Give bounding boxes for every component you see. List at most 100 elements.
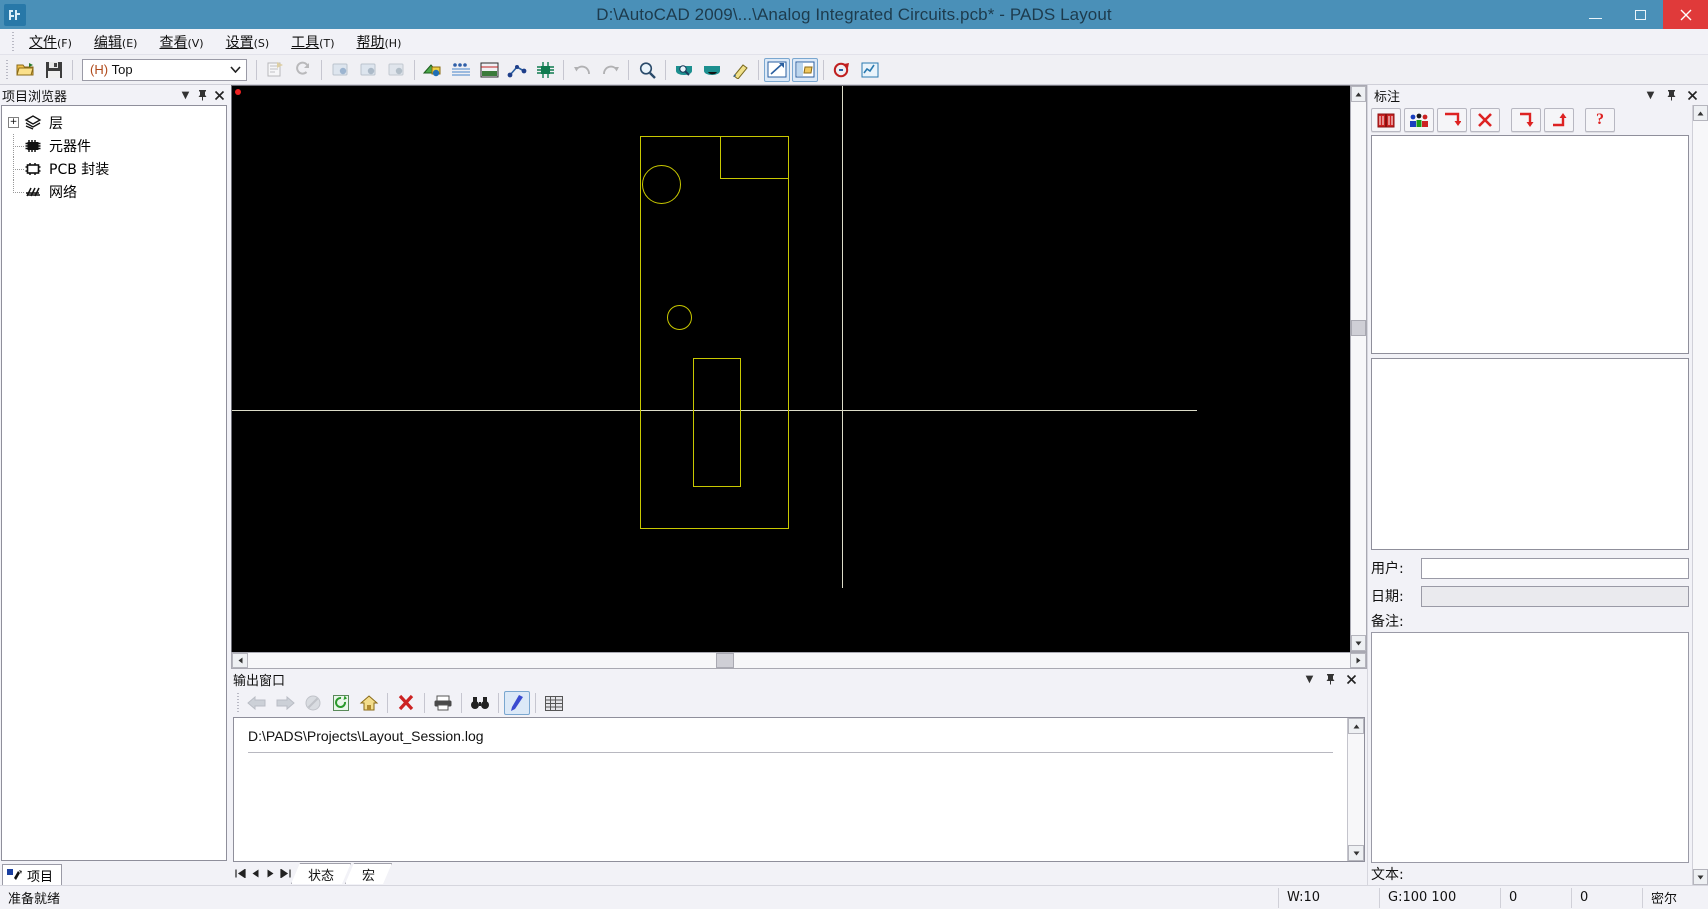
annotation-list-top[interactable] <box>1371 135 1689 354</box>
plane-layers-icon[interactable] <box>448 58 474 82</box>
zoom-in-icon[interactable] <box>671 58 697 82</box>
stop-icon[interactable] <box>300 691 326 715</box>
find-binoculars-icon[interactable] <box>467 691 493 715</box>
report-icon[interactable] <box>857 58 883 82</box>
toolbar-grip[interactable] <box>4 59 10 80</box>
ecostat-icon[interactable] <box>829 58 855 82</box>
redraw-icon[interactable] <box>727 58 753 82</box>
vertical-scroll-track[interactable] <box>1351 102 1366 635</box>
refresh-icon[interactable] <box>290 58 316 82</box>
menu-item-file[interactable]: 文件(F) <box>18 29 83 55</box>
home-icon[interactable] <box>356 691 382 715</box>
nav-next-button[interactable] <box>263 865 278 882</box>
project-explorer-icon[interactable] <box>792 57 818 82</box>
expander-icon[interactable]: + <box>8 117 19 128</box>
scroll-right-arrow[interactable] <box>1350 653 1366 668</box>
menu-item-setup[interactable]: 设置(S) <box>215 29 281 55</box>
vertical-scroll-thumb[interactable] <box>1351 320 1366 336</box>
tab-status[interactable]: 状态 <box>291 863 351 884</box>
annotation-scroll-up-arrow[interactable] <box>1693 105 1708 121</box>
output-toolbar-grip[interactable] <box>235 693 241 713</box>
canvas-horizontal-scrollbar[interactable] <box>231 652 1367 669</box>
pour-manager-icon[interactable] <box>420 58 446 82</box>
photo-alt-icon[interactable] <box>383 58 409 82</box>
tree-node-pcb-decals[interactable]: PCB 封装 <box>2 157 226 180</box>
maximize-button[interactable] <box>1618 0 1663 29</box>
annotation-scroll-track[interactable] <box>1693 121 1708 869</box>
notes-textarea[interactable] <box>1371 632 1689 863</box>
back-arrow-icon[interactable] <box>244 691 270 715</box>
scroll-left-arrow[interactable] <box>232 653 248 668</box>
forward-arrow-icon[interactable] <box>272 691 298 715</box>
output-vertical-scrollbar[interactable] <box>1347 718 1364 861</box>
photo-add-icon[interactable] <box>327 58 353 82</box>
tab-macro[interactable]: 宏 <box>345 863 392 884</box>
menu-item-edit[interactable]: 编辑(E) <box>83 29 149 55</box>
output-scroll-track[interactable] <box>1348 734 1364 845</box>
nav-first-button[interactable] <box>233 865 248 882</box>
book-icon[interactable] <box>1371 108 1401 132</box>
arrow-right-up-icon[interactable] <box>1544 108 1574 132</box>
refresh-icon[interactable] <box>328 691 354 715</box>
scroll-up-arrow[interactable] <box>1351 86 1366 102</box>
zoom-out-icon[interactable] <box>699 58 725 82</box>
annotation-pin-icon[interactable] <box>1664 88 1679 103</box>
tab-project[interactable]: 项目 <box>2 864 63 885</box>
nav-prev-button[interactable] <box>248 865 263 882</box>
grid-view-icon[interactable] <box>541 691 567 715</box>
output-scroll-up-arrow[interactable] <box>1348 718 1364 734</box>
user-input[interactable] <box>1421 557 1689 579</box>
menu-item-view[interactable]: 查看(V) <box>148 29 214 55</box>
arrow-back-left-icon[interactable] <box>1437 108 1467 132</box>
photo-remove-icon[interactable] <box>355 58 381 82</box>
zoom-icon[interactable] <box>634 58 660 82</box>
output-log-body[interactable]: D:\PADS\Projects\Layout_Session.log <box>233 717 1365 862</box>
project-tree[interactable]: + 层 元器件 PCB 封装 网络 <box>1 105 227 861</box>
redo-icon[interactable] <box>597 58 623 82</box>
horizontal-scroll-track[interactable] <box>248 653 1350 668</box>
menubar-grip[interactable] <box>10 31 16 52</box>
close-button[interactable] <box>1663 0 1708 29</box>
layer-select[interactable]: (H) Top <box>82 58 247 81</box>
clear-x-icon[interactable] <box>393 691 419 715</box>
annotation-list-bottom[interactable] <box>1371 358 1689 550</box>
delete-x-icon[interactable] <box>1470 108 1500 132</box>
open-folder-icon[interactable] <box>13 58 39 82</box>
design-tools-icon[interactable] <box>764 57 790 82</box>
team-icon[interactable] <box>1404 108 1434 132</box>
annotation-scroll-down-arrow[interactable] <box>1693 869 1708 885</box>
properties-icon[interactable] <box>262 58 288 82</box>
output-close-icon[interactable] <box>1344 672 1359 687</box>
horizontal-scroll-thumb[interactable] <box>716 653 734 668</box>
minimize-button[interactable] <box>1573 0 1618 29</box>
tree-node-layers[interactable]: + 层 <box>2 111 226 134</box>
annotation-collapse-icon[interactable]: ▼ <box>1643 88 1658 103</box>
print-icon[interactable] <box>430 691 456 715</box>
nav-last-button[interactable] <box>278 865 293 882</box>
output-scroll-down-arrow[interactable] <box>1348 845 1364 861</box>
save-disk-icon[interactable] <box>41 58 67 82</box>
annotation-close-icon[interactable] <box>1685 88 1700 103</box>
panel-collapse-icon[interactable]: ▼ <box>178 88 193 103</box>
tree-node-nets[interactable]: 网络 <box>2 180 226 203</box>
canvas-vertical-scrollbar[interactable] <box>1350 85 1367 652</box>
route-icon[interactable] <box>504 58 530 82</box>
undo-icon[interactable] <box>569 58 595 82</box>
annotation-vertical-scrollbar[interactable] <box>1692 105 1708 885</box>
menu-item-tools[interactable]: 工具(T) <box>280 29 345 55</box>
scroll-down-arrow[interactable] <box>1351 635 1366 651</box>
highlight-pen-icon[interactable] <box>504 691 530 715</box>
date-input[interactable] <box>1421 585 1689 607</box>
help-question-icon[interactable]: ? <box>1585 108 1615 132</box>
menu-item-help[interactable]: 帮助(H) <box>346 29 413 55</box>
pcb-canvas[interactable] <box>231 85 1350 652</box>
arrow-down-right-icon[interactable] <box>1511 108 1541 132</box>
tree-node-parts[interactable]: 元器件 <box>2 134 226 157</box>
chevron-down-icon[interactable] <box>226 61 244 79</box>
dimension-icon[interactable] <box>476 58 502 82</box>
output-pin-icon[interactable] <box>1323 672 1338 687</box>
panel-pin-icon[interactable] <box>195 88 210 103</box>
output-collapse-icon[interactable]: ▼ <box>1302 672 1317 687</box>
drc-icon[interactable] <box>532 58 558 82</box>
panel-close-icon[interactable] <box>212 88 227 103</box>
